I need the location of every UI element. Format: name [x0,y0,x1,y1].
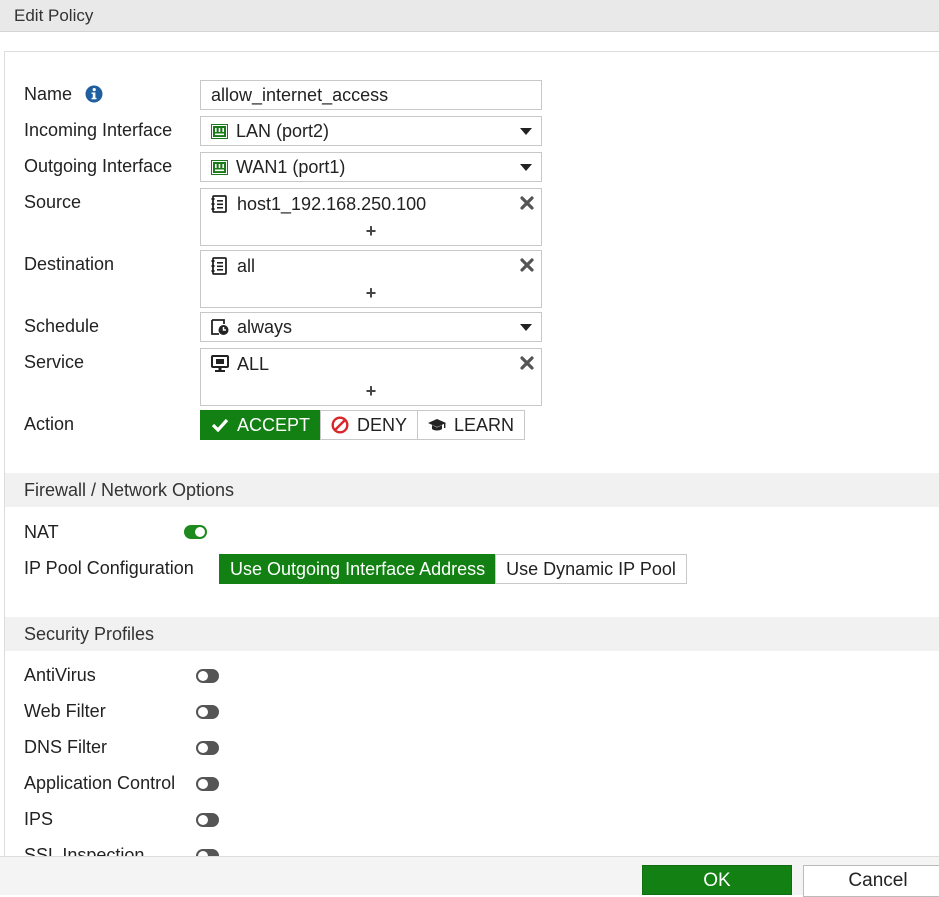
close-x-icon[interactable] [520,258,534,272]
ip-pool-label: IP Pool Configuration [24,558,194,578]
security-profiles-section-title: Security Profiles [5,617,939,651]
ssl-inspection-label: SSL Inspection [24,845,145,856]
dialog-title: Edit Policy [0,0,939,32]
destination-label: Destination [24,254,115,274]
chevron-down-icon [520,128,532,135]
schedule-value: always [237,317,293,337]
ip-pool-button-group: Use Outgoing Interface Address Use Dynam… [219,554,687,584]
check-icon [211,418,229,432]
antivirus-label: AntiVirus [24,665,96,685]
ips-label: IPS [24,809,54,829]
destination-value: all [237,256,256,276]
policy-form-panel: Name allow_internet_access Incoming Inte… [4,51,939,856]
learn-button[interactable]: LEARN [417,410,526,440]
firewall-options-section-title: Firewall / Network Options [5,473,939,507]
accept-button[interactable]: ACCEPT [200,410,322,440]
outgoing-interface-label: Outgoing Interface [24,156,173,176]
destination-entry: all [211,253,255,279]
application-control-label: Application Control [24,773,176,793]
network-port-icon [211,159,228,175]
add-service-button[interactable]: + [201,379,541,403]
deny-button[interactable]: DENY [320,410,419,440]
nat-label: NAT [24,522,59,542]
outgoing-interface-select[interactable]: WAN1 (port1) [200,152,542,182]
outgoing-interface-value: WAN1 (port1) [236,157,346,177]
use-outgoing-interface-button[interactable]: Use Outgoing Interface Address [219,554,497,584]
antivirus-toggle[interactable] [196,669,219,683]
service-label: Service [24,352,85,372]
service-field[interactable]: ALL + [200,348,542,406]
dialog-footer [0,856,939,895]
web-filter-label: Web Filter [24,701,106,721]
add-destination-button[interactable]: + [201,281,541,305]
close-x-icon[interactable] [520,356,534,370]
incoming-interface-value: LAN (port2) [236,121,330,141]
action-label: Action [24,414,75,434]
action-button-group: ACCEPT DENY LEARN [200,410,526,440]
incoming-interface-label: Incoming Interface [24,120,173,140]
address-object-icon [211,257,227,275]
schedule-select[interactable]: always [200,312,542,342]
schedule-clock-icon [211,319,229,335]
graduation-cap-icon [428,419,447,431]
chevron-down-icon [520,324,532,331]
name-input[interactable]: allow_internet_access [200,80,542,110]
application-control-toggle[interactable] [196,777,219,791]
incoming-interface-select[interactable]: LAN (port2) [200,116,542,146]
close-x-icon[interactable] [520,196,534,210]
address-object-icon [211,195,227,213]
nat-toggle[interactable] [184,525,207,539]
ok-button[interactable]: OK [642,865,792,895]
cancel-button[interactable]: Cancel [803,865,939,897]
destination-field[interactable]: all + [200,250,542,308]
source-entry: host1_192.168.250.100 [211,191,426,217]
prohibited-icon [331,416,349,434]
info-icon[interactable] [85,85,103,103]
service-monitor-icon [211,355,229,372]
web-filter-toggle[interactable] [196,705,219,719]
source-value: host1_192.168.250.100 [237,194,427,214]
name-label: Name [24,84,103,105]
chevron-down-icon [520,164,532,171]
source-field[interactable]: host1_192.168.250.100 + [200,188,542,246]
service-entry: ALL [211,351,269,377]
dns-filter-toggle[interactable] [196,741,219,755]
ips-toggle[interactable] [196,813,219,827]
use-dynamic-ip-pool-button[interactable]: Use Dynamic IP Pool [495,554,687,584]
add-source-button[interactable]: + [201,219,541,243]
source-label: Source [24,192,82,212]
dns-filter-label: DNS Filter [24,737,108,757]
service-value: ALL [237,354,270,374]
schedule-label: Schedule [24,316,100,336]
ssl-inspection-toggle[interactable] [196,849,219,856]
network-port-icon [211,123,228,139]
